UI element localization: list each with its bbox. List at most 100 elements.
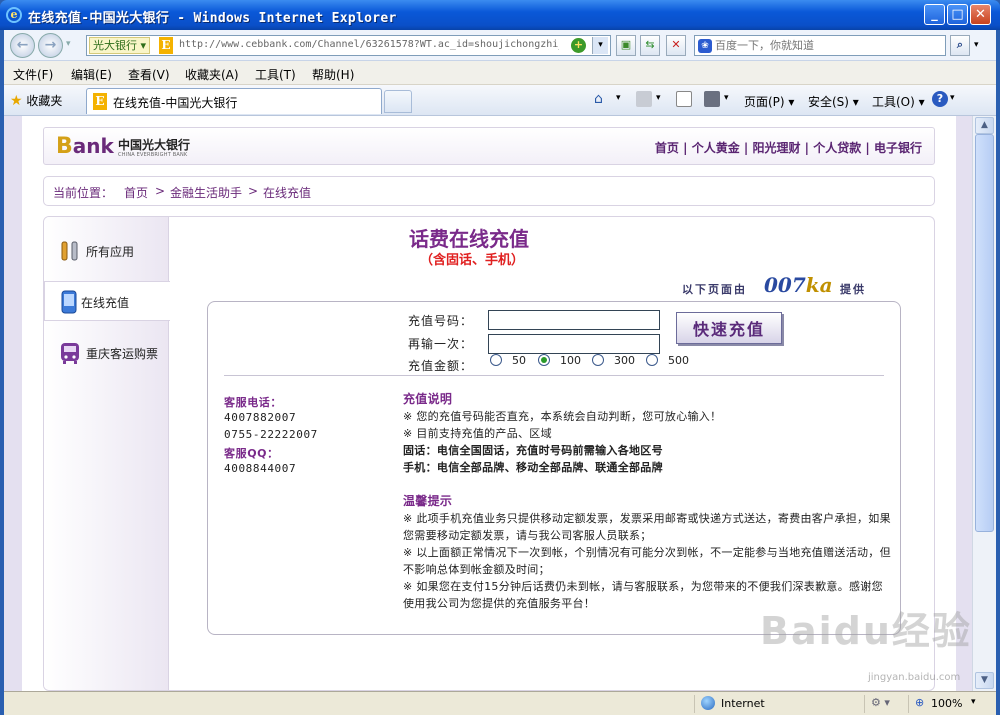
favorites-button[interactable]: ★ 收藏夹 (10, 92, 62, 109)
provider-suffix: 提供 (840, 283, 866, 296)
history-dropdown-icon[interactable]: ▾ (66, 39, 71, 49)
menu-bar: 文件(F) 编辑(E) 查看(V) 收藏夹(A) 工具(T) 帮助(H) (4, 61, 996, 85)
amount-option-label: 300 (614, 354, 635, 367)
window-title: 在线充值-中国光大银行 - Windows Internet Explorer (28, 11, 397, 26)
minimize-button[interactable]: _ (924, 4, 945, 25)
tools-menu[interactable]: 工具(O) ▾ (872, 93, 925, 110)
provider-logo: 007ka (764, 273, 833, 297)
page-subtitle: （含固话、手机） (420, 253, 525, 268)
mail-icon[interactable] (676, 91, 692, 107)
tips-paragraph: ※ 此项手机充值业务只提供移动定额发票，发票采用邮寄或快递方式送达，寄费由客户承… (403, 512, 891, 542)
zone-cell: Internet (694, 695, 864, 713)
menu-edit[interactable]: 编辑(E) (71, 66, 112, 83)
protected-mode-cell[interactable]: ⚙ ▾ (864, 695, 908, 713)
tab-favicon-icon: E (93, 93, 107, 110)
home-dropdown-icon[interactable]: ▾ (616, 93, 621, 103)
address-dropdown-icon[interactable]: ▾ (592, 37, 608, 54)
sidebar-item-label: 在线充值 (81, 296, 130, 310)
help-dropdown-icon[interactable]: ▾ (950, 93, 955, 103)
nav-gold[interactable]: 个人黄金 (692, 141, 740, 155)
baidu-paw-icon: ❀ (698, 39, 712, 53)
nav-loan[interactable]: 个人贷款 (813, 141, 861, 155)
tab-current[interactable]: E 在线充值-中国光大银行 (86, 88, 382, 114)
provider-banner: 以下页面由 007ka 提供 (644, 269, 914, 299)
service-phone-1: 4007882007 (224, 411, 297, 424)
address-box[interactable]: 光大银行 ▾ E http://www.cebbank.com/Channel/… (86, 35, 611, 56)
breadcrumb-assistant[interactable]: 金融生活助手 (170, 184, 242, 201)
amount-radio-50[interactable] (490, 354, 502, 366)
search-input[interactable] (715, 37, 943, 54)
top-nav: 首页 | 个人黄金 | 阳光理财 | 个人贷款 | 电子银行 (654, 141, 922, 155)
confirm-number-input[interactable] (488, 334, 660, 354)
quick-recharge-button[interactable]: 快速充值 (676, 312, 782, 344)
nav-wealth[interactable]: 阳光理财 (752, 141, 800, 155)
tab-bar: ★ 收藏夹 E 在线充值-中国光大银行 ⌂ ▾ ▾ ▾ 页面(P) ▾ 安全(S… (4, 85, 996, 116)
scroll-up-icon[interactable]: ▲ (975, 117, 994, 134)
tips-heading: 温馨提示 (403, 494, 453, 508)
search-box[interactable]: ❀ (694, 35, 946, 56)
phone-icon (61, 290, 77, 314)
instructions-line: 手机：电信全部品牌、移动全部品牌、联通全部品牌 (403, 461, 663, 474)
menu-help[interactable]: 帮助(H) (312, 66, 354, 83)
close-button[interactable]: ✕ (970, 4, 991, 25)
breadcrumb-sep: > (155, 184, 166, 198)
menu-favorites[interactable]: 收藏夹(A) (185, 66, 239, 83)
breadcrumb-label: 当前位置： (53, 186, 114, 200)
menu-tools[interactable]: 工具(T) (255, 66, 296, 83)
site-favicon-icon: E (159, 37, 173, 54)
amount-option-label: 500 (668, 354, 689, 367)
scroll-down-icon[interactable]: ▼ (975, 672, 994, 689)
sidebar-item-label: 重庆客运购票 (86, 347, 159, 361)
feeds-icon[interactable] (636, 91, 652, 107)
url-text[interactable]: http://www.cebbank.com/Channel/63261578?… (179, 39, 559, 50)
help-icon[interactable]: ? (932, 91, 948, 107)
page-menu[interactable]: 页面(P) ▾ (744, 93, 794, 110)
bank-logo[interactable]: Bank (56, 134, 114, 159)
security-zone: Internet (721, 697, 765, 710)
site-badge[interactable]: 光大银行 ▾ (89, 37, 151, 54)
instructions-line: ※ 目前支持充值的产品、区域 (403, 427, 552, 440)
menu-view[interactable]: 查看(V) (128, 66, 170, 83)
forward-button[interactable]: → (38, 33, 63, 58)
number-label: 充值号码： (408, 314, 474, 328)
instructions-line: ※ 您的充值号码能否直充，本系统会自动判断，您可放心输入！ (403, 410, 722, 423)
search-icon[interactable]: ⌕ (950, 35, 970, 56)
print-dropdown-icon[interactable]: ▾ (724, 93, 729, 103)
divider (224, 375, 884, 376)
feeds-dropdown-icon[interactable]: ▾ (656, 93, 661, 103)
bank-name-en: CHINA EVERBRIGHT BANK (118, 152, 188, 158)
sidebar-item-recharge[interactable]: 在线充值 (44, 281, 170, 321)
go-icon[interactable]: + (571, 38, 586, 53)
nav-ebank[interactable]: 电子银行 (874, 141, 922, 155)
amount-radio-500[interactable] (646, 354, 658, 366)
sidebar-item-bus-ticket[interactable]: 重庆客运购票 (44, 333, 169, 373)
sidebar-item-all-apps[interactable]: 所有应用 (44, 231, 169, 271)
site-header: Bank 中国光大银行 CHINA EVERBRIGHT BANK 首页 | 个… (43, 127, 935, 165)
compat-view-icon[interactable]: ▣ (616, 35, 636, 56)
print-icon[interactable] (704, 91, 720, 107)
back-button[interactable]: ← (10, 33, 35, 58)
stop-icon[interactable]: ✕ (666, 35, 686, 56)
safety-menu[interactable]: 安全(S) ▾ (808, 93, 859, 110)
vertical-scrollbar[interactable]: ▲ ▼ (972, 116, 996, 691)
amount-radio-300[interactable] (592, 354, 604, 366)
service-qq-heading: 客服QQ： (224, 447, 279, 460)
maximize-button[interactable]: □ (947, 4, 968, 25)
amount-radio-100[interactable] (538, 354, 550, 366)
menu-file[interactable]: 文件(F) (13, 66, 53, 83)
breadcrumb-home[interactable]: 首页 (124, 184, 148, 201)
nav-home[interactable]: 首页 (655, 141, 679, 155)
refresh-icon[interactable]: ⇆ (640, 35, 660, 56)
instructions-line: 固话：电信全国固话，充值时号码前需输入各地区号 (403, 444, 663, 457)
instructions-heading: 充值说明 (403, 392, 453, 406)
zoom-dropdown-icon[interactable]: ▾ (971, 697, 976, 707)
home-icon[interactable]: ⌂ (594, 91, 610, 107)
scroll-thumb[interactable] (975, 134, 994, 532)
protected-mode-icon: ⚙ ▾ (871, 696, 890, 709)
search-options-icon[interactable]: ▾ (974, 40, 979, 50)
new-tab-button[interactable] (384, 90, 412, 113)
amount-option-label: 50 (512, 354, 526, 367)
globe-icon (701, 696, 715, 710)
phone-number-input[interactable] (488, 310, 660, 330)
zoom-cell[interactable]: ⊕ 100% ▾ (908, 695, 996, 713)
